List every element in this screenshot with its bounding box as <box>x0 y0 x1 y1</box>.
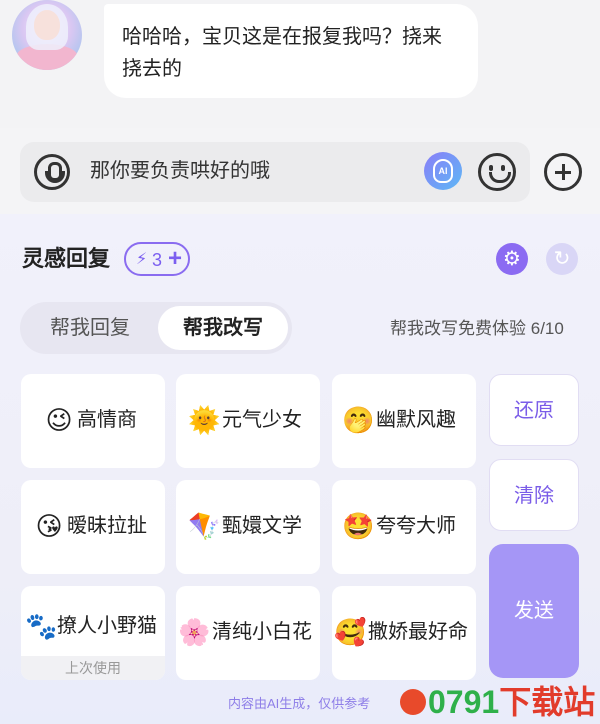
lightning-icon: ⚡ <box>136 251 148 268</box>
panel-title: 灵感回复 <box>22 246 111 271</box>
inspiration-panel: 灵感回复 ⚡ 3 + ⚙ ↻ 帮我回复 帮我改写 帮我改写免费体验 6/10 😉… <box>0 214 600 724</box>
tab-help-reply[interactable]: 帮我回复 <box>26 306 154 350</box>
style-card-high-eq[interactable]: 😉 高情商 <box>21 374 165 468</box>
ai-assist-button[interactable]: AI <box>424 152 462 190</box>
style-card-coquettish[interactable]: 🥰 撒娇最好命 <box>332 586 476 680</box>
watermark-digits: 0791 <box>428 684 500 720</box>
giggle-face-icon: 🤭 <box>342 405 375 435</box>
site-watermark: 0791下载站 <box>400 682 595 722</box>
credit-count: 3 <box>152 250 163 270</box>
style-label: 清纯小白花 <box>212 621 312 643</box>
style-label: 高情商 <box>77 409 137 431</box>
message-input-bar: 那你要负责哄好的哦 AI <box>20 142 530 202</box>
kite-icon: 🪁 <box>188 511 221 541</box>
wink-face-icon: 😉 <box>45 405 73 435</box>
trial-info: 帮我改写免费体验 6/10 <box>390 317 564 341</box>
send-button[interactable]: 发送 <box>489 544 579 678</box>
style-label: 甄嬛文学 <box>222 515 302 537</box>
avatar-face <box>34 10 60 40</box>
style-label: 暧昧拉扯 <box>67 515 147 537</box>
watermark-logo-icon <box>400 689 426 715</box>
mode-tabs: 帮我回复 帮我改写 <box>20 302 292 354</box>
avatar[interactable] <box>12 0 82 70</box>
style-label: 幽默风趣 <box>376 409 456 431</box>
ai-bulb-icon: AI <box>433 159 453 183</box>
style-label: 撩人小野猫 <box>57 615 157 637</box>
message-input[interactable]: 那你要负责哄好的哦 <box>90 156 270 186</box>
emoji-icon[interactable] <box>478 153 516 191</box>
settings-button[interactable]: ⚙ <box>496 243 528 275</box>
chat-area: 哈哈哈，宝贝这是在报复我吗？挠来挠去的 <box>0 0 600 128</box>
style-card-flirty[interactable]: 😘 暧昧拉扯 <box>21 480 165 574</box>
clear-button[interactable]: 清除 <box>489 459 579 531</box>
gear-icon: ⚙ <box>503 248 521 270</box>
credit-badge[interactable]: ⚡ 3 + <box>124 242 190 276</box>
message-bubble[interactable]: 哈哈哈，宝贝这是在报复我吗？挠来挠去的 <box>104 4 478 98</box>
style-card-humorous[interactable]: 🤭 幽默风趣 <box>332 374 476 468</box>
add-more-icon[interactable] <box>544 153 582 191</box>
star-eyes-icon: 🤩 <box>342 511 375 541</box>
style-label: 撒娇最好命 <box>368 621 468 643</box>
refresh-button[interactable]: ↻ <box>546 243 578 275</box>
add-credit-icon: + <box>168 245 183 272</box>
restore-button[interactable]: 还原 <box>489 374 579 446</box>
paw-icon: 🐾 <box>25 611 58 641</box>
ai-disclaimer: 内容由AI生成，仅供参考 <box>228 696 371 711</box>
hearts-face-icon: 🥰 <box>334 617 367 647</box>
style-card-praise-master[interactable]: 🤩 夸夸大师 <box>332 480 476 574</box>
refresh-icon: ↻ <box>553 248 571 270</box>
style-label: 夸夸大师 <box>376 515 456 537</box>
watermark-suffix: 下载站 <box>499 684 596 720</box>
sun-icon: 🌞 <box>188 405 221 435</box>
style-label: 元气少女 <box>222 409 302 431</box>
cherry-blossom-icon: 🌸 <box>178 617 211 647</box>
trial-text: 帮我改写免费体验 <box>390 319 531 338</box>
style-card-zhenhuan[interactable]: 🪁 甄嬛文学 <box>176 480 320 574</box>
kiss-face-icon: 😘 <box>35 511 63 541</box>
trial-count: 6/10 <box>530 319 564 338</box>
tab-help-rewrite[interactable]: 帮我改写 <box>158 306 288 350</box>
style-card-wild-cat[interactable]: 🐾 撩人小野猫 上次使用 <box>21 586 165 680</box>
style-card-pure-flower[interactable]: 🌸 清纯小白花 <box>176 586 320 680</box>
style-card-energetic-girl[interactable]: 🌞 元气少女 <box>176 374 320 468</box>
last-used-tag: 上次使用 <box>21 656 165 680</box>
voice-input-icon[interactable] <box>34 154 70 190</box>
